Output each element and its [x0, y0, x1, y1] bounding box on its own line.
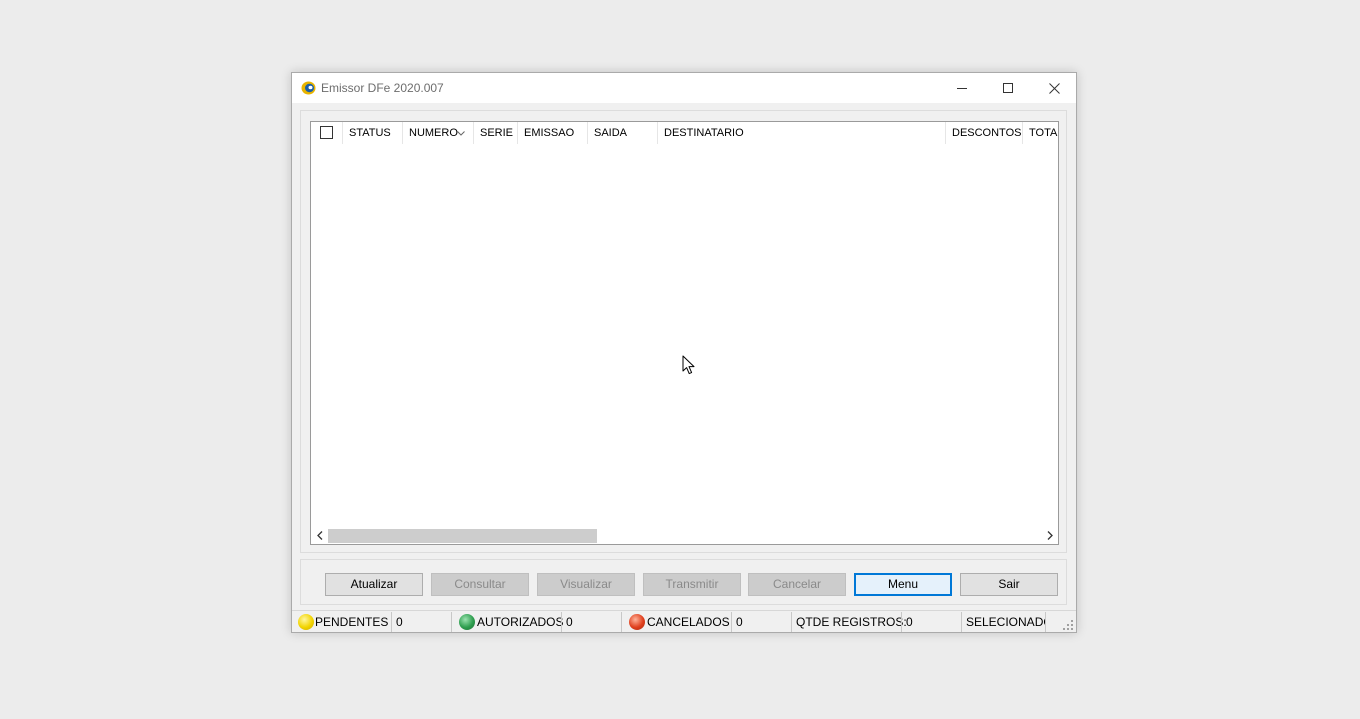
- resize-grip-icon[interactable]: [1062, 619, 1074, 631]
- qtde-registros-count: 0: [906, 615, 913, 629]
- status-divider: [1045, 612, 1046, 632]
- menu-button[interactable]: Menu: [854, 573, 952, 596]
- column-header-saida[interactable]: SAIDA: [587, 122, 657, 144]
- status-divider: [391, 612, 392, 632]
- status-divider: [731, 612, 732, 632]
- status-divider: [451, 612, 452, 632]
- status-divider: [561, 612, 562, 632]
- title-bar[interactable]: Emissor DFe 2020.007: [292, 73, 1076, 103]
- status-bar: PENDENTES 0 AUTORIZADOS 0 CANCELADOS 0 Q…: [292, 610, 1076, 632]
- close-button[interactable]: [1031, 73, 1077, 103]
- scrollbar-thumb[interactable]: [328, 529, 597, 543]
- autorizados-status-icon: [459, 614, 475, 630]
- cancelados-status-icon: [629, 614, 645, 630]
- autorizados-count: 0: [566, 615, 573, 629]
- mouse-cursor-icon: [682, 355, 695, 375]
- maximize-button[interactable]: [985, 73, 1031, 103]
- minimize-icon: [957, 88, 967, 89]
- main-window: Emissor DFe 2020.007 STATUS NUMERO SERIE…: [291, 72, 1077, 633]
- chevron-left-icon: [316, 531, 322, 540]
- status-divider: [621, 612, 622, 632]
- selecionados-label: SELECIONADOS: [966, 615, 1045, 629]
- cancelar-button[interactable]: Cancelar: [748, 573, 846, 596]
- autorizados-label: AUTORIZADOS: [477, 615, 564, 629]
- scroll-left-button[interactable]: [311, 527, 328, 544]
- close-icon: [1048, 82, 1060, 94]
- sair-button[interactable]: Sair: [960, 573, 1058, 596]
- cancelados-label: CANCELADOS: [647, 615, 730, 629]
- column-header-emissao[interactable]: EMISSAO: [517, 122, 587, 144]
- app-logo-icon: [301, 81, 316, 95]
- pendentes-count: 0: [396, 615, 403, 629]
- horizontal-scrollbar[interactable]: [311, 527, 1058, 544]
- column-header-destinatario[interactable]: DESTINATARIO: [657, 122, 945, 144]
- chevron-right-icon: [1047, 531, 1053, 540]
- button-panel: Atualizar Consultar Visualizar Transmiti…: [300, 559, 1067, 605]
- atualizar-button[interactable]: Atualizar: [325, 573, 423, 596]
- window-title: Emissor DFe 2020.007: [321, 81, 444, 95]
- column-header-total[interactable]: TOTAL: [1022, 122, 1058, 144]
- status-divider: [961, 612, 962, 632]
- cancelados-count: 0: [736, 615, 743, 629]
- column-header-serie[interactable]: SERIE: [473, 122, 517, 144]
- pendentes-label: PENDENTES: [315, 615, 389, 629]
- qtde-registros-label: QTDE REGISTROS:: [796, 615, 907, 629]
- select-all-checkbox[interactable]: [320, 126, 333, 139]
- transmitir-button[interactable]: Transmitir: [643, 573, 741, 596]
- minimize-button[interactable]: [939, 73, 985, 103]
- sort-chevron-down-icon: [457, 131, 465, 136]
- scroll-right-button[interactable]: [1041, 527, 1058, 544]
- column-header-status[interactable]: STATUS: [342, 122, 402, 144]
- status-divider: [791, 612, 792, 632]
- consultar-button[interactable]: Consultar: [431, 573, 529, 596]
- documents-grid[interactable]: STATUS NUMERO SERIE EMISSAO SAIDA DESTIN…: [310, 121, 1059, 545]
- grid-panel: STATUS NUMERO SERIE EMISSAO SAIDA DESTIN…: [300, 110, 1067, 553]
- maximize-icon: [1003, 83, 1013, 93]
- column-header-descontos[interactable]: DESCONTOS: [945, 122, 1022, 144]
- status-divider: [901, 612, 902, 632]
- grid-header: STATUS NUMERO SERIE EMISSAO SAIDA DESTIN…: [311, 122, 1058, 144]
- visualizar-button[interactable]: Visualizar: [537, 573, 635, 596]
- pendentes-status-icon: [298, 614, 314, 630]
